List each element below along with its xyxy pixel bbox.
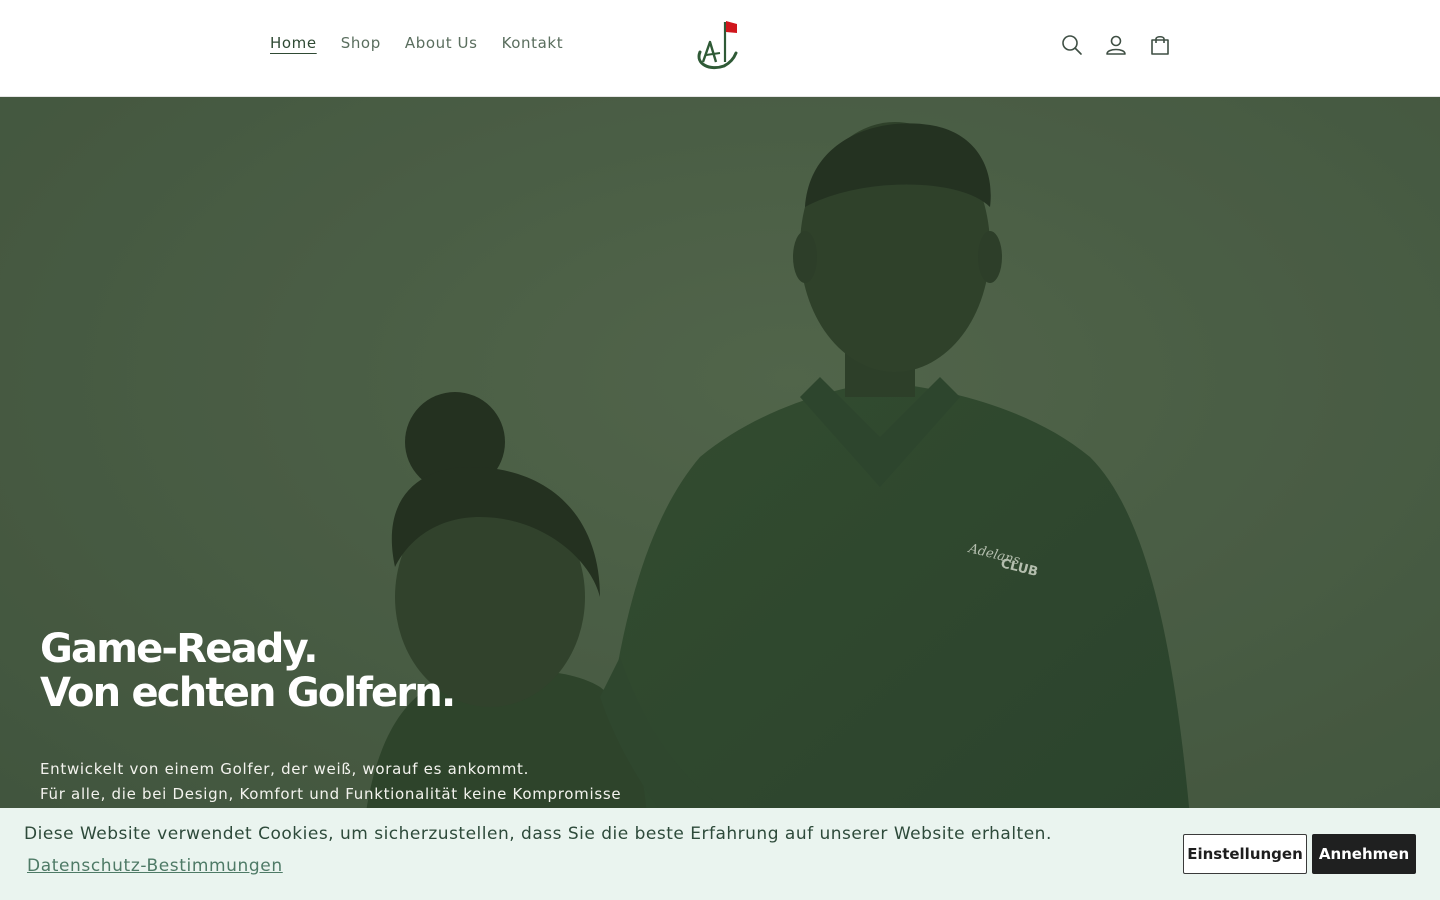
hero-subtitle-line-2: Für alle, die bei Design, Komfort und Fu… [40, 785, 622, 803]
cookie-accept-button[interactable]: Annehmen [1312, 834, 1416, 874]
nav-about-us[interactable]: About Us [393, 30, 490, 56]
header-actions [1050, 24, 1182, 66]
hero-banner: Adelans CLUB Game-Ready. Von echten Golf… [0, 97, 1440, 900]
hero-content: Game-Ready. Von echten Golfern. Entwicke… [40, 627, 740, 807]
logo-flag-icon [697, 21, 738, 70]
nav-kontakt[interactable]: Kontakt [490, 30, 576, 56]
hero-title-line-2: Von echten Golfern. [40, 670, 456, 716]
nav-shop[interactable]: Shop [329, 30, 393, 56]
hero-subtitle-line-1: Entwickelt von einem Golfer, der weiß, w… [40, 760, 530, 778]
hero-title-line-1: Game-Ready. [40, 626, 318, 672]
hero-title: Game-Ready. Von echten Golfern. [40, 627, 740, 715]
site-header: Home Shop About Us Kontakt [0, 0, 1440, 97]
cookie-message: Diese Website verwendet Cookies, um sich… [24, 824, 1052, 844]
brand-logo[interactable] [692, 16, 744, 72]
cart-icon[interactable] [1138, 24, 1182, 66]
hero-subtitle: Entwickelt von einem Golfer, der weiß, w… [40, 757, 740, 807]
nav-home[interactable]: Home [258, 30, 329, 56]
cookie-settings-button[interactable]: Einstellungen [1183, 834, 1307, 874]
main-nav: Home Shop About Us Kontakt [258, 30, 575, 56]
privacy-policy-link[interactable]: Datenschutz-Bestimmungen [27, 856, 283, 876]
search-icon[interactable] [1050, 24, 1094, 66]
cookie-banner: Diese Website verwendet Cookies, um sich… [0, 808, 1440, 900]
account-icon[interactable] [1094, 24, 1138, 66]
